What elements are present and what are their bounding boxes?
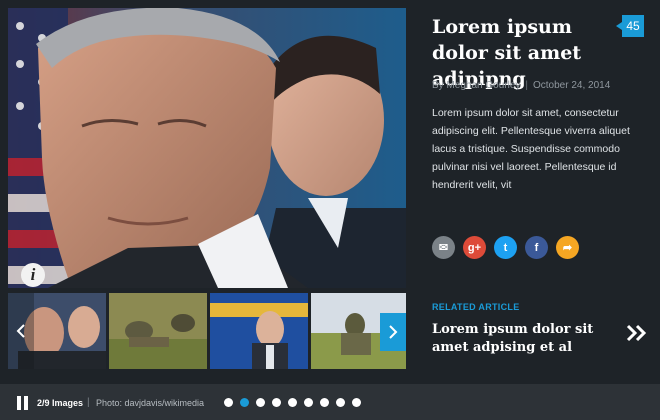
main-photo-image <box>8 8 406 288</box>
article-body: Lorem ipsum dolor sit amet, consectetur … <box>432 107 630 191</box>
chevron-left-icon <box>16 324 25 338</box>
thumbnail-strip <box>8 293 406 369</box>
pagination-dot-6[interactable] <box>304 398 313 407</box>
facebook-share-button[interactable]: f <box>525 236 548 259</box>
share-arrow-icon: ➦ <box>562 242 573 254</box>
google-plus-icon: g+ <box>467 241 482 254</box>
thumbnail-2[interactable] <box>109 293 207 369</box>
facebook-icon: f <box>534 241 539 254</box>
double-chevron-right-icon <box>626 324 647 342</box>
publish-date: October 24, 2014 <box>533 80 611 91</box>
related-article-next-button[interactable] <box>625 322 649 344</box>
share-buttons: ✉ g+ t f ➦ <box>432 236 579 259</box>
thumbnail-next-button[interactable] <box>380 313 406 351</box>
related-article-label: RELATED ARTICLE <box>432 302 520 312</box>
thumbnail-prev-button[interactable] <box>8 293 34 369</box>
share-button[interactable]: ➦ <box>556 236 579 259</box>
email-share-button[interactable]: ✉ <box>432 236 455 259</box>
main-photo[interactable]: i <box>8 8 406 288</box>
pagination-dots <box>224 398 361 407</box>
comment-count-badge[interactable]: 45 <box>616 15 644 37</box>
info-button[interactable]: i <box>21 263 45 287</box>
pagination-dot-8[interactable] <box>336 398 345 407</box>
byline-separator: | <box>525 80 528 91</box>
pagination-dot-5[interactable] <box>288 398 297 407</box>
gallery-panel: i Lorem ipsum dolor sit amet adipipng 45… <box>0 0 660 384</box>
bar-separator: | <box>87 397 90 408</box>
google-plus-share-button[interactable]: g+ <box>463 236 486 259</box>
author-name: By Meghan Gourley <box>432 80 521 91</box>
twitter-share-button[interactable]: t <box>494 236 517 259</box>
pagination-dot-1[interactable] <box>224 398 233 407</box>
info-icon: i <box>30 265 36 284</box>
email-icon: ✉ <box>438 242 449 254</box>
pagination-dot-2[interactable] <box>240 398 249 407</box>
pagination-dot-9[interactable] <box>352 398 361 407</box>
twitter-icon: t <box>503 241 508 254</box>
pagination-dot-7[interactable] <box>320 398 329 407</box>
pagination-dot-3[interactable] <box>256 398 265 407</box>
chevron-right-icon <box>389 325 398 339</box>
pause-icon[interactable] <box>16 396 30 410</box>
byline: By Meghan Gourley | October 24, 2014 <box>432 80 610 91</box>
image-count: 2/9 Images <box>37 398 84 408</box>
thumbnail-2-image <box>109 293 207 369</box>
related-article-link[interactable]: Lorem ipsum dolor sit amet adpising et a… <box>432 321 617 357</box>
thumbnail-3-image <box>210 293 308 369</box>
thumbnail-3[interactable] <box>210 293 308 369</box>
photo-credit: Photo: davjdavis/wikimedia <box>96 398 205 408</box>
pagination-dot-4[interactable] <box>272 398 281 407</box>
